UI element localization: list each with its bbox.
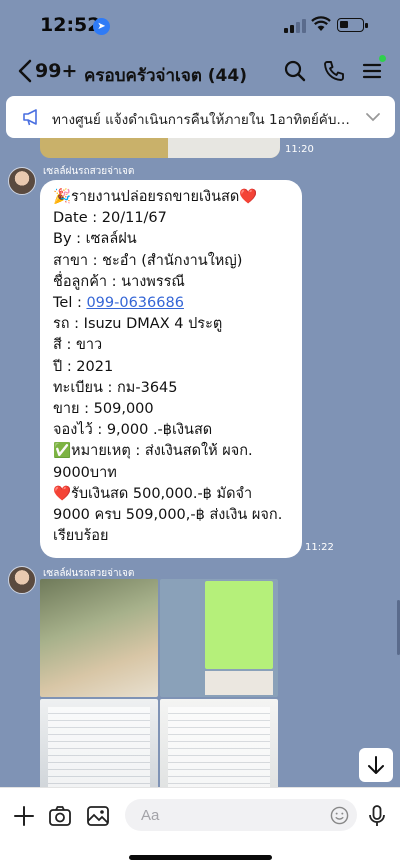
search-icon[interactable] [283,59,307,83]
megaphone-icon [23,109,37,126]
phone-link[interactable]: 099-0636686 [86,295,184,311]
camera-icon[interactable] [48,804,72,828]
chat-title[interactable]: ครอบครัวจ่าเจต (44) [84,62,247,89]
wifi-icon [311,16,331,31]
cellular-signal-icon [284,19,306,33]
online-indicator [379,55,386,62]
photo-message[interactable] [40,138,280,158]
message-time: 11:22 [305,542,334,553]
photo-thumbnail[interactable] [160,579,278,697]
message-line: 9000 ครบ 509,000,-฿ ส่งเงิน ผจก. [53,507,283,524]
message-line: ❤️รับเงินสด 500,000.-฿ มัดจำ [53,485,253,502]
phone-icon[interactable] [322,59,346,83]
battery-icon [337,18,368,32]
message-line: 🎉รายงานปล่อยรถขายเงินสด❤️ [53,189,258,205]
announcement-banner[interactable]: ทางศูนย์ แจ้งดำเนินการคืนให้ภายใน 1อาทิต… [6,96,395,138]
location-arrow-icon: ➤ [93,18,110,35]
message-line: รถ : Isuzu DMAX 4 ประตู [53,316,223,333]
menu-icon[interactable] [360,59,384,83]
message-line: Tel : 099-0636686 [53,293,302,314]
message-line: ปี : 2021 [53,358,114,375]
sender-name: เซลล์ฝนรถสวยจ่าเจต [43,166,135,177]
message-time: 11:20 [285,144,314,155]
message-line: 9000บาท [53,464,117,481]
status-time: 12:52 [40,14,101,36]
message-line: สาขา : ชะอำ (สำนักงานใหญ่) [53,252,243,269]
announcement-text: ทางศูนย์ แจ้งดำเนินการคืนให้ภายใน 1อาทิต… [52,112,352,128]
back-chevron-icon[interactable] [15,58,37,84]
avatar[interactable] [8,167,36,195]
arrow-down-icon [368,756,384,774]
message-line: สี : ขาว [53,337,103,354]
message-line: ทะเบียน : กม-3645 [53,379,178,396]
message-line: ชื่อลูกค้า : นางพรรณี [53,273,185,290]
scroll-to-bottom-button[interactable] [359,748,393,782]
unread-count[interactable]: 99+ [35,60,77,82]
phone-label: Tel : [53,295,87,312]
message-line: จองไว้ : 9,000 .-฿เงินสด [53,422,213,439]
message-line: Date : 20/11/67 [53,210,167,227]
message-line: ✅หมายเหตุ : ส่งเงินสดให้ ผจก. [53,443,253,460]
microphone-icon[interactable] [365,804,389,828]
status-bar: 12:52 ➤ [0,0,400,52]
message-line: By : เซลล์ฝน [53,231,137,248]
gallery-icon[interactable] [86,804,110,828]
emoji-icon[interactable] [330,806,349,825]
photo-thumbnail[interactable] [40,579,158,697]
home-indicator [129,855,272,860]
message-line: เรียบร้อย [53,528,109,545]
chevron-down-icon[interactable] [365,109,381,125]
plus-icon[interactable] [12,804,36,828]
message-line: ขาย : 509,000 [53,401,154,418]
chat-header: 99+ ครอบครัวจ่าเจต (44) [0,52,400,92]
message-bubble[interactable]: 🎉รายงานปล่อยรถขายเงินสด❤️ Date : 20/11/6… [40,180,302,558]
message-input[interactable] [125,799,357,831]
avatar[interactable] [8,566,36,594]
